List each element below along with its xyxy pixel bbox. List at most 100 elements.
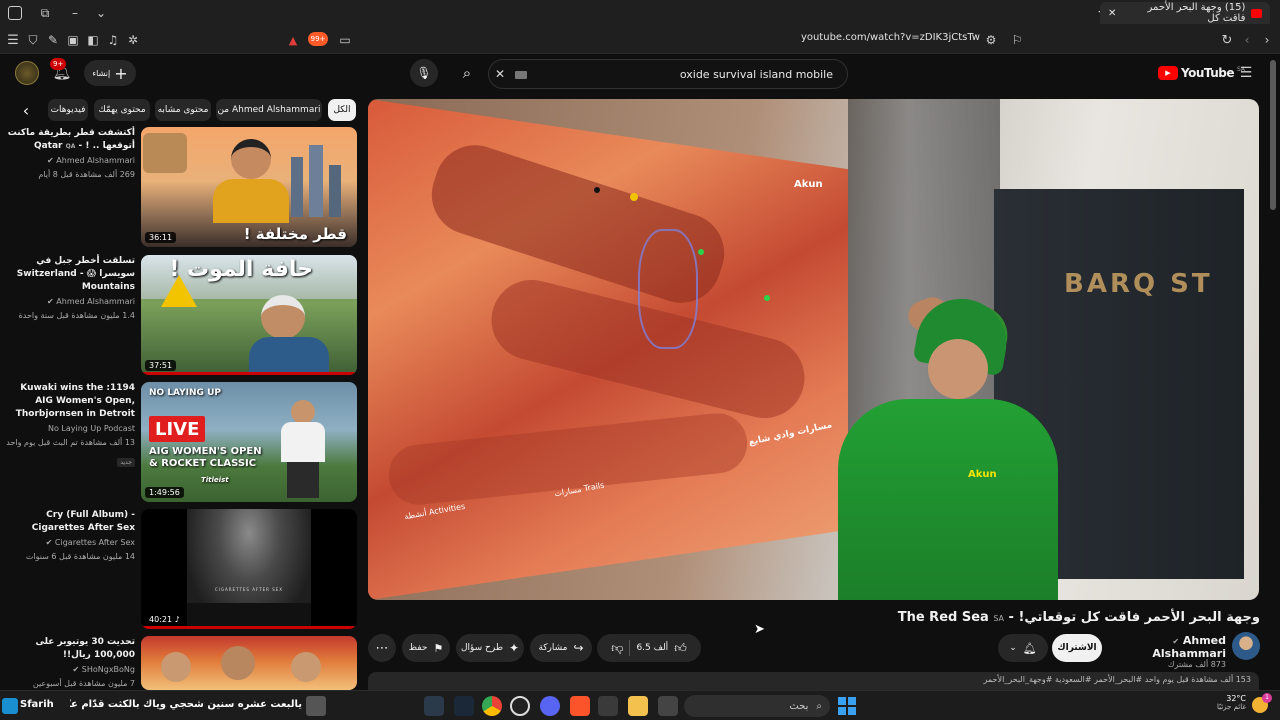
golfer-shirt-shape: [281, 422, 325, 462]
more-actions-button[interactable]: ⋯: [368, 634, 396, 662]
thumbnail[interactable]: [141, 636, 357, 690]
page-scrollbar[interactable]: [1270, 60, 1276, 210]
browser-tab-bar: ⧉ – ⌄ + (15) وجهة البحر الأحمر فاقت كل ✕: [0, 0, 1280, 26]
rec-channel[interactable]: Cigarettes After Sex ✔: [2, 537, 135, 549]
dislike-icon[interactable]: 👎︎: [611, 641, 623, 656]
thumbnail-text-3: & ROCKET CLASSIC: [149, 458, 257, 469]
rec-channel[interactable]: Ahmed Alshammari ✔: [2, 296, 135, 308]
tab-youtube[interactable]: (15) وجهة البحر الأحمر فاقت كل ✕: [1100, 2, 1270, 24]
app-icon-1[interactable]: [424, 696, 444, 716]
screen-cast-icon[interactable]: ▭: [338, 33, 352, 47]
reload-icon[interactable]: ↻: [1220, 33, 1234, 47]
rec-channel[interactable]: SHoNgxBoNg ✔: [2, 664, 135, 676]
search-input[interactable]: ✕ oxide survival island mobile: [488, 59, 848, 89]
voice-search-button[interactable]: 🎙︎: [410, 59, 438, 87]
keyboard-icon[interactable]: [515, 71, 527, 79]
chip-videos[interactable]: فيديوهات: [48, 99, 88, 121]
chip-all[interactable]: الكل: [328, 99, 356, 121]
rec-meta: 13 ألف مشاهدة تم البث قبل يوم واحد: [6, 438, 135, 447]
tab-actions-icon[interactable]: [8, 6, 22, 20]
minimize-icon[interactable]: –: [68, 6, 82, 20]
news-brand[interactable]: Sfarih: [20, 699, 54, 710]
store-icon[interactable]: [598, 696, 618, 716]
app-icon-3[interactable]: [658, 696, 678, 716]
list-item[interactable]: قطر مختلفة ! 36:11 أكتشفت قطر بطريقة ماك…: [0, 127, 360, 247]
tab-list-chevron-icon[interactable]: ⌄: [94, 6, 108, 20]
chip-related[interactable]: محتوى مشابه: [155, 99, 211, 121]
ask-button[interactable]: طرح سؤال ✦: [456, 634, 524, 662]
video-player[interactable]: Akun مسارات وادي شايع مسارات Trails أنشط…: [368, 99, 1259, 600]
weather-widget[interactable]: 32°C غائم جزئيًا: [1200, 694, 1246, 711]
back-icon[interactable]: ‹: [1240, 33, 1254, 47]
steam-icon[interactable]: [454, 696, 474, 716]
list-item[interactable]: حافة الموت ! 37:51 تسلقت أخطر جبل في سوي…: [0, 255, 360, 375]
search-button[interactable]: ⌕: [456, 62, 478, 84]
tabs-icon[interactable]: ▣: [66, 33, 80, 47]
rec-meta: 14 مليون مشاهدة قبل 6 سنوات: [25, 552, 135, 561]
brave-shield-badge[interactable]: 99+: [308, 32, 328, 46]
sidebar-icon[interactable]: ◧: [86, 33, 100, 47]
close-tab-icon[interactable]: ✕: [1108, 8, 1116, 19]
save-button[interactable]: حفظ ⚑: [402, 634, 450, 662]
brave-icon[interactable]: [570, 696, 590, 716]
like-icon[interactable]: 👍︎: [674, 641, 687, 656]
rec-info: 1194: Kuwaki wins the AIG Women's Open, …: [2, 382, 135, 468]
news-widget-icon[interactable]: [2, 698, 18, 714]
rec-title[interactable]: Cry (Full Album) - Cigarettes After Sex: [2, 509, 135, 535]
create-button[interactable]: إنشاء +: [84, 60, 136, 86]
discord-icon[interactable]: [540, 696, 560, 716]
subscribe-button[interactable]: الاشتراك: [1052, 634, 1102, 662]
guide-menu-icon[interactable]: ☰: [1238, 65, 1254, 81]
music-icon[interactable]: ♫: [106, 33, 120, 47]
person-head-shape: [231, 139, 271, 179]
channel-info: ✔ Ahmed Alshammari 873 ألف مشترك: [1114, 634, 1226, 669]
file-explorer-icon[interactable]: [628, 696, 648, 716]
taskbar: Sfarih يالبعت عشره سنين شحجي وياك بالكثت…: [0, 690, 1280, 720]
news-headline[interactable]: يالبعت عشره سنين شحجي وياك بالكثت قدّام …: [70, 699, 302, 710]
chip-for-you[interactable]: محتوى يهمّك: [94, 99, 150, 121]
forward-icon[interactable]: ›: [1260, 33, 1274, 47]
channel-avatar[interactable]: [1232, 632, 1260, 660]
rec-title[interactable]: 1194: Kuwaki wins the AIG Women's Open, …: [2, 382, 135, 421]
logo-text: YouTube: [1181, 66, 1235, 80]
rec-channel[interactable]: No Laying Up Podcast: [2, 423, 135, 435]
map-heading: مسارات وادي شايع: [747, 420, 834, 448]
thumbnail[interactable]: حافة الموت ! 37:51: [141, 255, 357, 375]
list-item[interactable]: CIGARETTES AFTER SEX 40:21 ♪ Cry (Full A…: [0, 509, 360, 629]
pin-icon[interactable]: ✎: [46, 33, 60, 47]
clear-search-icon[interactable]: ✕: [495, 67, 505, 81]
thumbnail[interactable]: CIGARETTES AFTER SEX 40:21 ♪: [141, 509, 357, 629]
rec-title[interactable]: أكتشفت قطر بطريقة ماكنت أتوقعها .. ! - Q…: [2, 127, 135, 153]
thumbnail[interactable]: قطر مختلفة ! 36:11: [141, 127, 357, 247]
list-item[interactable]: تحديت 30 يوتيوبر على 100,000 ريال!! SHoN…: [0, 636, 360, 690]
url-field[interactable]: youtube.com/watch?v=zDIK3jCtsTw: [650, 32, 980, 43]
share-button[interactable]: مشاركة ↪: [530, 634, 592, 662]
chips-prev-icon[interactable]: ‹: [18, 99, 34, 121]
youtube-logo[interactable]: ▶ YouTube SA: [1158, 66, 1245, 80]
rec-channel[interactable]: Ahmed Alshammari ✔: [2, 155, 135, 167]
description-box[interactable]: 153 ألف مشاهدة قبل يوم واحد #البحر_الأحم…: [368, 672, 1259, 690]
rec-title[interactable]: تسلقت أخطر جبل في سويسرا 😱 - Switzerland…: [2, 255, 135, 294]
bookmark-icon[interactable]: ⚐: [1010, 33, 1024, 47]
channel-name[interactable]: ✔ Ahmed Alshammari: [1114, 634, 1226, 660]
rec-title[interactable]: تحديت 30 يوتيوبر على 100,000 ريال!!: [2, 636, 135, 662]
chip-from-channel[interactable]: من Ahmed Alshammari: [216, 99, 322, 121]
news-thumb[interactable]: [306, 696, 326, 716]
chrome-icon[interactable]: [482, 696, 502, 716]
microphone-icon: 🎙︎: [416, 66, 432, 80]
avatar[interactable]: [15, 61, 39, 85]
app-icon-2[interactable]: [510, 696, 530, 716]
windows-start-icon[interactable]: [838, 697, 856, 715]
shield-icon[interactable]: ⛉: [26, 33, 40, 47]
brave-rewards-icon[interactable]: ▲: [286, 33, 300, 47]
menu-icon[interactable]: ☰: [6, 33, 20, 47]
window-restore-icon[interactable]: ⧉: [38, 6, 52, 20]
list-item[interactable]: NO LAYING UP LIVE AIG WOMEN'S OPEN & ROC…: [0, 382, 360, 502]
site-settings-icon[interactable]: ⚙: [984, 33, 998, 47]
extensions-icon[interactable]: ✲: [126, 33, 140, 47]
thumbnail[interactable]: NO LAYING UP LIVE AIG WOMEN'S OPEN & ROC…: [141, 382, 357, 502]
notification-bell-button[interactable]: ⌄ 🔔︎: [998, 634, 1048, 662]
taskbar-search[interactable]: بحث ⌕: [684, 695, 830, 717]
like-count[interactable]: 6.5 ألف: [636, 643, 668, 653]
start-tile: [848, 697, 856, 705]
